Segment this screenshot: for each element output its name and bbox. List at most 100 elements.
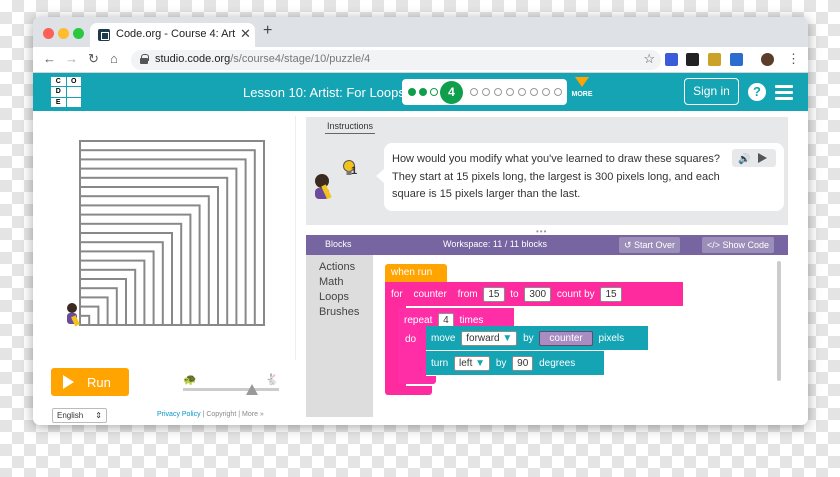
home-icon[interactable]: ⌂ (110, 51, 118, 66)
language-value: English (57, 411, 84, 420)
main-content: Run 🐢 🐇 English ⇕ Privacy Policy | Copyri… (33, 111, 808, 425)
back-icon[interactable]: ← (43, 51, 56, 66)
category-math[interactable]: Math (319, 276, 343, 288)
workspace-title: Workspace: 11 / 11 blocks (443, 239, 548, 249)
drawn-square (79, 296, 109, 326)
level-progress: 4 (402, 79, 567, 105)
tab-instructions[interactable]: Instructions (325, 121, 376, 134)
level-dot-complete[interactable] (408, 88, 416, 96)
close-tab-icon[interactable]: ✕ (240, 26, 251, 42)
instructions-content: How would you modify what you've learned… (392, 153, 721, 200)
play-icon (63, 375, 74, 389)
more-link[interactable]: More » (242, 411, 264, 418)
turn-direction-value: left (459, 358, 473, 369)
extension-icon[interactable] (686, 53, 699, 66)
repeat-block-bottom[interactable] (398, 376, 436, 384)
for-block-bottom[interactable] (385, 386, 432, 395)
chevron-down-icon: ⇕ (95, 411, 102, 420)
level-dot[interactable] (554, 88, 562, 96)
audio-player[interactable]: 🔊 (732, 149, 776, 167)
count-by-label: count by (556, 289, 595, 300)
direction-dropdown[interactable]: forward ▼ (461, 331, 518, 346)
forward-icon[interactable]: → (65, 51, 78, 66)
speed-slider[interactable]: 🐢 🐇 (183, 373, 283, 395)
privacy-policy-link[interactable]: Privacy Policy (157, 411, 201, 418)
chevron-down-icon (575, 77, 589, 87)
logo-letter: C (51, 77, 66, 87)
level-dot[interactable] (542, 88, 550, 96)
url-field[interactable]: studio.code.org/s/course4/stage/10/puzzl… (131, 50, 661, 70)
start-over-button[interactable]: ↺ Start Over (619, 237, 681, 253)
help-icon[interactable]: ? (748, 83, 766, 101)
level-dot[interactable] (506, 88, 514, 96)
to-field[interactable]: 300 (524, 287, 552, 302)
run-label: Run (87, 375, 111, 390)
language-select[interactable]: English ⇕ (52, 408, 107, 423)
extension-icon[interactable] (665, 53, 678, 66)
maximize-window-icon[interactable] (73, 28, 84, 39)
level-dot[interactable] (494, 88, 502, 96)
copyright-link[interactable]: Copyright (206, 411, 236, 418)
blocks-label: Blocks (325, 239, 352, 249)
browser-tab[interactable]: Code.org - Course 4: Artist: Fo ✕ (90, 23, 255, 47)
favicon-icon (98, 29, 110, 41)
to-label: to (510, 289, 519, 300)
show-code-button[interactable]: </> Show Code (702, 237, 775, 253)
pixels-label: pixels (598, 333, 625, 344)
tab-title: Code.org - Course 4: Artist: Fo (116, 28, 236, 40)
turn-block[interactable]: turn left ▼ by 90 degrees (426, 351, 604, 375)
close-window-icon[interactable] (43, 28, 54, 39)
count-by-field[interactable]: 15 (600, 287, 622, 302)
extension-icon[interactable] (730, 53, 743, 66)
instructions-body: 1 How would you modify what you've learn… (306, 137, 788, 225)
instructions-text: How would you modify what you've learned… (376, 143, 784, 211)
lesson-title[interactable]: Lesson 10: Artist: For Loops (243, 85, 405, 100)
avatar[interactable] (761, 53, 774, 66)
level-dot[interactable] (530, 88, 538, 96)
drawn-square (79, 186, 219, 326)
undo-icon: ↺ (624, 240, 635, 250)
move-block[interactable]: move forward ▼ by counter pixels (426, 326, 648, 350)
do-label: do (405, 334, 417, 345)
level-dot[interactable] (518, 88, 526, 96)
code-workspace[interactable]: when run for counter from 15 to 300 coun… (373, 255, 788, 417)
reload-icon[interactable]: ↻ (88, 51, 99, 67)
category-loops[interactable]: Loops (319, 291, 349, 303)
sign-in-button[interactable]: Sign in (684, 78, 739, 105)
turn-direction-dropdown[interactable]: left ▼ (454, 356, 491, 371)
star-icon[interactable]: ☆ (643, 51, 655, 67)
workspace-scrollbar[interactable] (777, 261, 781, 381)
artist-character-icon (67, 303, 80, 327)
hamburger-menu-icon[interactable] (775, 85, 793, 100)
angle-field[interactable]: 90 (512, 356, 534, 371)
for-label: for (391, 289, 403, 300)
counter-variable-block[interactable]: counter (539, 331, 593, 346)
logo-letter (66, 87, 81, 97)
more-button[interactable]: MORE (570, 77, 594, 98)
code-logo[interactable]: C O D E (51, 77, 81, 107)
run-button[interactable]: Run (51, 368, 129, 396)
level-dot[interactable] (430, 88, 438, 96)
extension-icon[interactable] (708, 53, 721, 66)
level-dot-complete[interactable] (419, 88, 427, 96)
speaker-icon[interactable]: 🔊 (738, 151, 750, 169)
current-level[interactable]: 4 (440, 81, 463, 104)
instructions-header: Instructions (306, 117, 788, 137)
when-run-block[interactable]: when run (385, 264, 447, 282)
from-field[interactable]: 15 (483, 287, 505, 302)
squares-drawing (79, 140, 265, 327)
slider-handle[interactable] (246, 384, 258, 395)
by-label: by (523, 333, 534, 344)
for-loop-block[interactable]: for counter from 15 to 300 count by 15 (385, 282, 683, 306)
category-brushes[interactable]: Brushes (319, 306, 359, 318)
new-tab-icon[interactable]: + (263, 22, 272, 40)
slider-track (183, 388, 279, 391)
level-dot[interactable] (470, 88, 478, 96)
minimize-window-icon[interactable] (58, 28, 69, 39)
browser-window: Code.org - Course 4: Artist: Fo ✕ + ← → … (33, 17, 808, 425)
play-icon[interactable] (758, 153, 767, 163)
category-actions[interactable]: Actions (319, 261, 355, 273)
level-dot[interactable] (482, 88, 490, 96)
menu-icon[interactable]: ⋮ (787, 51, 800, 67)
counter-variable[interactable]: counter (408, 287, 452, 302)
